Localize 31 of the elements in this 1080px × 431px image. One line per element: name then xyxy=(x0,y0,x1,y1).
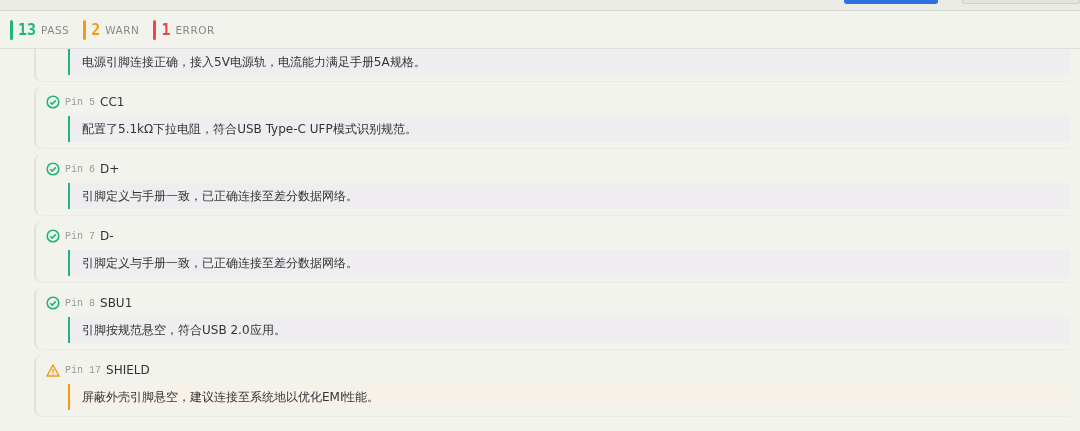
pin-name: CC1 xyxy=(100,95,125,109)
status-count: 2 xyxy=(91,20,101,39)
status-bar xyxy=(10,19,13,40)
pin-message: 引脚定义与手册一致，已正确连接至差分数据网络。 xyxy=(68,183,1070,209)
pin-message: 引脚按规范悬空，符合USB 2.0应用。 xyxy=(68,317,1070,343)
toolbar-button[interactable] xyxy=(844,0,938,4)
check-circle-icon xyxy=(46,296,60,310)
status-label: PASS xyxy=(41,23,70,36)
pin-name: D- xyxy=(100,229,114,243)
status-bar xyxy=(153,19,157,40)
status-bar xyxy=(83,19,87,40)
pin-message: 屏蔽外壳引脚悬空，建议连接至系统地以优化EMI性能。 xyxy=(68,384,1070,410)
pin-name: D+ xyxy=(100,162,120,176)
pin-message: 电源引脚连接正确，接入5V电源轨，电流能力满足手册5A规格。 xyxy=(68,49,1070,75)
check-circle-icon xyxy=(46,229,60,243)
status-label: WARN xyxy=(105,23,140,36)
pin-number: Pin 8 xyxy=(65,297,95,309)
pin-number: Pin 17 xyxy=(65,364,101,376)
pin-number: Pin 6 xyxy=(65,163,95,175)
pin-name: SHIELD xyxy=(106,363,150,377)
status-count: 1 xyxy=(161,20,171,39)
pin-message: 配置了5.1kΩ下拉电阻，符合USB Type-C UFP模式识别规范。 xyxy=(68,116,1070,142)
pin-name: SBU1 xyxy=(100,296,133,310)
status-count: 13 xyxy=(18,20,37,39)
check-circle-icon xyxy=(46,162,60,176)
pin-number: Pin 5 xyxy=(65,96,95,108)
check-circle-icon xyxy=(46,95,60,109)
warning-icon xyxy=(46,363,60,377)
pin-message: 引脚定义与手册一致，已正确连接至差分数据网络。 xyxy=(68,250,1070,276)
status-label: ERROR xyxy=(175,23,215,36)
pin-number: Pin 7 xyxy=(65,230,95,242)
